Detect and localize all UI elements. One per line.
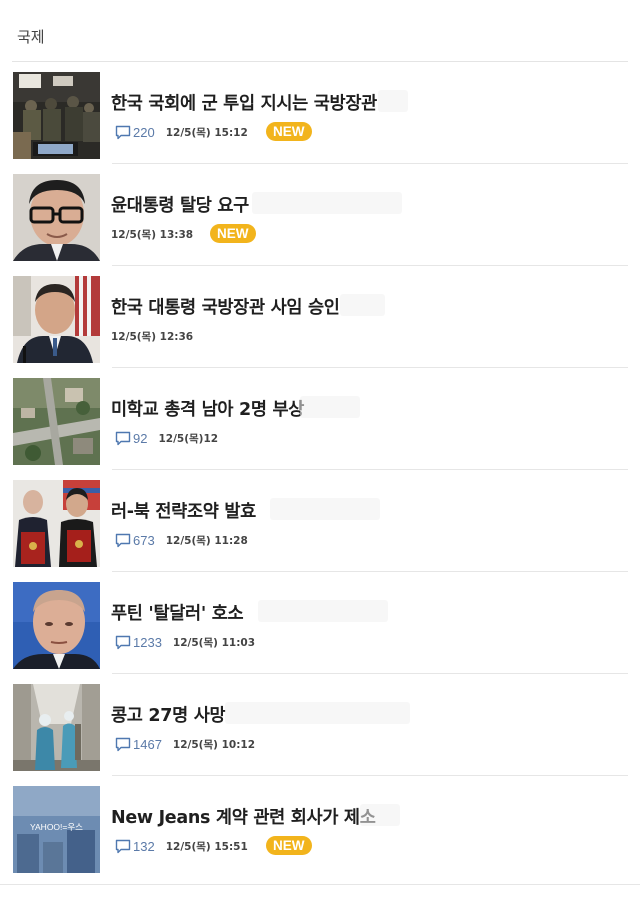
news-meta: 92 12/5(목)12 (111, 428, 218, 448)
news-title[interactable]: 한국 국회에 군 투입 지시는 국방장관 (111, 90, 377, 115)
building-photo-icon: YAHOO!=우스 (13, 786, 100, 873)
news-list: 한국 국회에 군 투입 지시는 국방장관 220 12/5(목) 15:12 N… (0, 62, 640, 878)
faded-text (378, 90, 408, 112)
news-title[interactable]: 한국 대통령 국방장관 사임 승인 (111, 294, 340, 319)
section-title: 국제 (12, 0, 628, 62)
news-title[interactable]: 러-북 전략조약 발효 (111, 498, 256, 523)
news-meta: 12/5(목) 12:36 (111, 326, 193, 346)
news-date: 12/5(목) 11:28 (165, 534, 248, 547)
putin-photo-icon (13, 582, 100, 669)
news-thumbnail[interactable] (13, 276, 100, 363)
news-item[interactable]: YAHOO!=우스 New Jeans 계약 관련 회사가 제소 132 12/… (0, 776, 640, 878)
comment-count[interactable]: 1467 (115, 737, 162, 752)
news-meta: 673 12/5(목) 11:28 (111, 530, 248, 550)
news-item[interactable]: 한국 대통령 국방장관 사임 승인 12/5(목) 12:36 (0, 266, 640, 368)
news-thumbnail[interactable] (13, 582, 100, 669)
minister-photo-icon (13, 276, 100, 363)
comment-count[interactable]: 673 (115, 533, 155, 548)
news-item[interactable]: 푸틴 '탈달러' 호소 1233 12/5(목) 11:03 (0, 572, 640, 674)
news-meta: 1467 12/5(목) 10:12 (111, 734, 255, 754)
comment-icon (115, 431, 131, 445)
portrait-photo-icon (13, 174, 100, 261)
faded-text (270, 498, 380, 520)
comment-icon (115, 533, 131, 547)
comment-icon (115, 839, 131, 853)
comment-count[interactable]: 1233 (115, 635, 162, 650)
news-date: 12/5(목) 15:51 (165, 840, 248, 853)
news-meta: 132 12/5(목) 15:51 (111, 836, 248, 856)
image-caption: YAHOO!=우스 (30, 822, 83, 832)
news-thumbnail[interactable] (13, 72, 100, 159)
soldiers-photo-icon (13, 72, 100, 159)
news-title[interactable]: New Jeans 계약 관련 회사가 제소 (111, 804, 376, 829)
comment-count[interactable]: 220 (115, 125, 155, 140)
aerial-photo-icon (13, 378, 100, 465)
news-title[interactable]: 윤대통령 탈당 요구 (111, 192, 249, 217)
news-thumbnail[interactable] (13, 684, 100, 771)
news-item[interactable]: 러-북 전략조약 발효 673 12/5(목) 11:28 (0, 470, 640, 572)
news-date: 12/5(목) 10:12 (172, 738, 256, 751)
new-badge: NEW (266, 836, 312, 855)
news-date: 12/5(목) 13:38 (111, 228, 194, 241)
news-meta: 220 12/5(목) 15:12 (111, 122, 248, 142)
medical-photo-icon (13, 684, 100, 771)
news-meta: 1233 12/5(목) 11:03 (111, 632, 255, 652)
news-title[interactable]: 푸틴 '탈달러' 호소 (111, 600, 244, 625)
faded-text (300, 396, 360, 418)
news-item[interactable]: 한국 국회에 군 투입 지시는 국방장관 220 12/5(목) 15:12 N… (0, 62, 640, 164)
news-item[interactable]: 콩고 27명 사망 1467 12/5(목) 10:12 (0, 674, 640, 776)
comment-count[interactable]: 92 (115, 431, 147, 446)
comment-count[interactable]: 132 (115, 839, 155, 854)
faded-text (340, 294, 385, 316)
news-title[interactable]: 콩고 27명 사망 (111, 702, 226, 727)
news-item[interactable]: 미학교 총격 남아 2명 부상 92 12/5(목)12 (0, 368, 640, 470)
leaders-photo-icon (13, 480, 100, 567)
faded-text (258, 600, 388, 622)
new-badge: NEW (266, 122, 312, 141)
news-item[interactable]: 윤대통령 탈당 요구 12/5(목) 13:38 NEW (0, 164, 640, 266)
news-date: 12/5(목)12 (158, 432, 219, 445)
news-title[interactable]: 미학교 총격 남아 2명 부상 (111, 396, 304, 421)
news-date: 12/5(목) 15:12 (165, 126, 248, 139)
news-thumbnail[interactable] (13, 480, 100, 567)
bottom-divider (0, 884, 640, 885)
news-date: 12/5(목) 12:36 (111, 330, 194, 343)
news-meta: 12/5(목) 13:38 (111, 224, 193, 244)
faded-text (225, 702, 410, 724)
news-date: 12/5(목) 11:03 (172, 636, 256, 649)
comment-icon (115, 635, 131, 649)
comment-icon (115, 125, 131, 139)
comment-icon (115, 737, 131, 751)
news-thumbnail[interactable]: YAHOO!=우스 (13, 786, 100, 873)
news-thumbnail[interactable] (13, 174, 100, 261)
news-thumbnail[interactable] (13, 378, 100, 465)
faded-text (360, 804, 400, 826)
faded-text (252, 192, 402, 214)
new-badge: NEW (210, 224, 256, 243)
